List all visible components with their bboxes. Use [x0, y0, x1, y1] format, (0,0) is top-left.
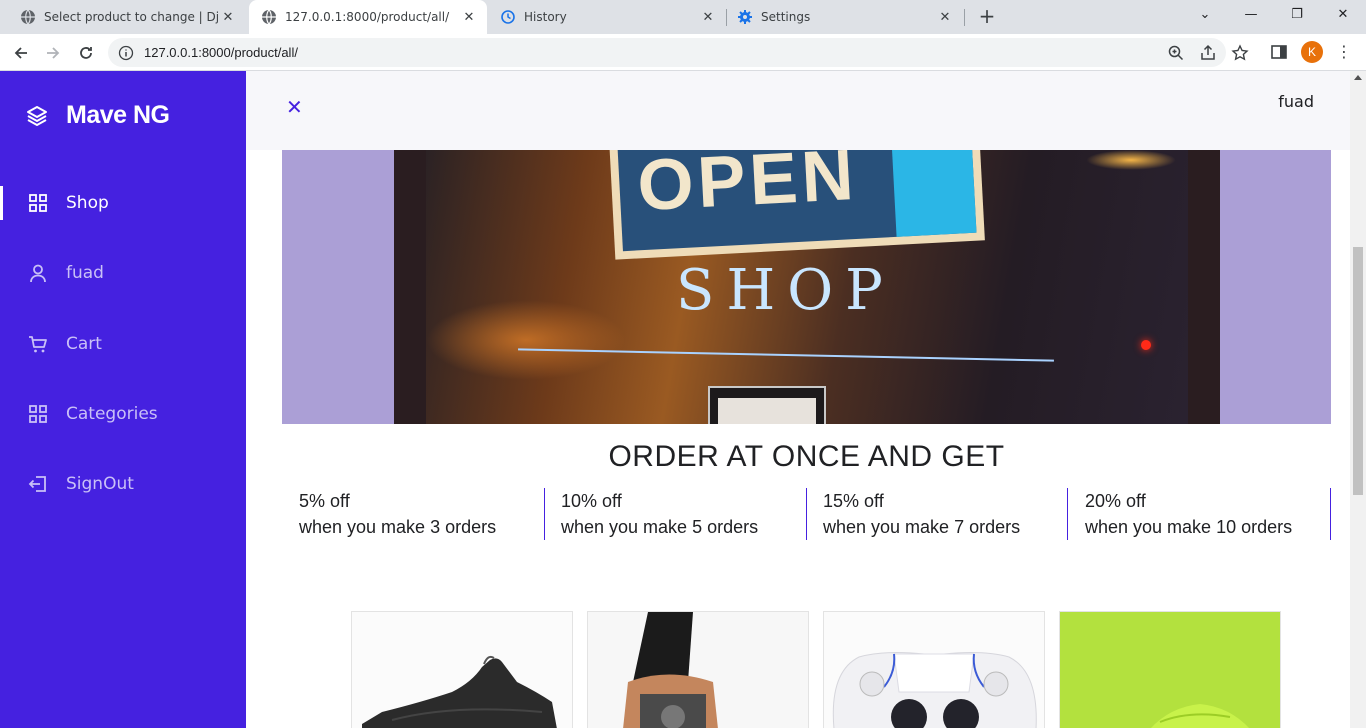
browser-tab-active[interactable]: 127.0.0.1:8000/product/all/ ✕ — [249, 0, 487, 34]
tab-search-chevron-icon[interactable]: ⌄ — [1182, 0, 1228, 30]
gear-icon — [738, 10, 752, 24]
tab-title: Select product to change | Django — [44, 10, 218, 24]
product-card[interactable] — [823, 611, 1045, 728]
layers-icon — [27, 105, 47, 126]
sidebar-item-label: Cart — [66, 334, 102, 354]
star-icon[interactable] — [1231, 44, 1249, 62]
side-panel-icon[interactable] — [1270, 43, 1288, 61]
top-bar: ✕ fuad — [246, 71, 1350, 150]
arrow-left-icon — [14, 47, 27, 59]
restore-button[interactable]: ❐ — [1274, 0, 1320, 30]
sidebar: Mave NG Shop fuad Cart Categories SignOu… — [0, 71, 246, 728]
product-card[interactable] — [351, 611, 573, 728]
offer-discount: 20% off — [1085, 491, 1146, 511]
sidebar-item-categories[interactable]: Categories — [0, 394, 246, 434]
browser-toolbar: 127.0.0.1:8000/product/all/ K ⋮ — [0, 34, 1366, 71]
offer-condition: when you make 5 orders — [561, 517, 759, 537]
product-image-controller — [824, 612, 1044, 728]
sidebar-item-label: fuad — [66, 263, 104, 283]
share-icon[interactable] — [1199, 44, 1217, 62]
tab-separator — [964, 9, 965, 26]
arrow-right-icon — [47, 47, 60, 59]
open-sign-text: OPEN — [635, 150, 860, 227]
open-sign: OPEN — [609, 150, 985, 260]
browser-tab[interactable]: Settings ✕ — [727, 0, 963, 34]
cart-icon — [28, 334, 48, 354]
address-bar[interactable]: 127.0.0.1:8000/product/all/ — [108, 38, 1249, 67]
offer-item: 20% off when you make 10 orders — [1068, 488, 1331, 540]
browser-tab[interactable]: History ✕ — [488, 0, 726, 34]
browser-tab-strip: Select product to change | Django ✕ 127.… — [0, 0, 1366, 34]
tab-title: 127.0.0.1:8000/product/all/ — [285, 10, 450, 24]
product-image-green-sneaker — [1060, 612, 1280, 728]
sidebar-item-cart[interactable]: Cart — [0, 324, 246, 364]
product-image-sneaker — [352, 612, 572, 728]
sidebar-item-label: Shop — [66, 193, 109, 213]
window-close-button[interactable]: ✕ — [1320, 0, 1366, 30]
username-label[interactable]: fuad — [1278, 92, 1314, 111]
shop-text: SHOP — [676, 258, 895, 323]
offer-discount: 5% off — [299, 491, 350, 511]
scroll-up-arrow-icon[interactable] — [1354, 75, 1362, 80]
info-icon[interactable] — [118, 45, 134, 61]
tab-close-icon[interactable]: ✕ — [459, 10, 479, 25]
reload-icon — [80, 47, 92, 59]
browser-tab[interactable]: Select product to change | Django ✕ — [0, 0, 246, 34]
offer-discount: 10% off — [561, 491, 622, 511]
tab-close-icon[interactable]: ✕ — [935, 10, 955, 25]
minimize-button[interactable]: — — [1228, 0, 1274, 30]
browser-menu-icon[interactable]: ⋮ — [1336, 43, 1352, 63]
signout-icon — [28, 474, 48, 494]
user-icon — [28, 263, 48, 283]
product-card[interactable] — [587, 611, 809, 728]
scroll-thumb[interactable] — [1353, 247, 1363, 495]
tab-close-icon[interactable]: ✕ — [698, 10, 718, 25]
back-button[interactable] — [9, 41, 33, 65]
sidebar-item-shop[interactable]: Shop — [0, 183, 246, 223]
new-tab-button[interactable]: + — [976, 5, 998, 27]
reload-button[interactable] — [74, 41, 98, 65]
hero-banner: OPEN SHOP — [282, 150, 1331, 424]
offers-row: 5% off when you make 3 orders 10% off wh… — [282, 488, 1331, 540]
product-image-watch — [588, 612, 808, 728]
sidebar-item-label: SignOut — [66, 474, 134, 494]
offer-item: 15% off when you make 7 orders — [806, 488, 1068, 540]
history-icon — [501, 10, 515, 24]
offer-discount: 15% off — [823, 491, 884, 511]
tab-title: Settings — [761, 10, 811, 24]
globe-icon — [21, 9, 35, 25]
product-grid — [351, 611, 1281, 728]
promo-title: ORDER AT ONCE AND GET — [608, 440, 1005, 473]
page-scrollbar[interactable] — [1350, 71, 1366, 728]
offer-condition: when you make 7 orders — [823, 517, 1021, 537]
offer-item: 5% off when you make 3 orders — [282, 488, 545, 540]
product-card[interactable] — [1059, 611, 1281, 728]
offer-item: 10% off when you make 5 orders — [544, 488, 807, 540]
tab-close-icon[interactable]: ✕ — [218, 10, 238, 25]
close-icon[interactable]: ✕ — [286, 95, 303, 119]
profile-avatar[interactable]: K — [1301, 41, 1323, 63]
sidebar-item-profile[interactable]: fuad — [0, 253, 246, 293]
brand-name: Mave NG — [66, 101, 170, 129]
sidebar-item-signout[interactable]: SignOut — [0, 464, 246, 504]
brand-logo[interactable]: Mave NG — [26, 101, 170, 130]
sidebar-item-label: Categories — [66, 404, 158, 424]
offer-condition: when you make 3 orders — [299, 517, 497, 537]
globe-icon — [262, 9, 276, 25]
offer-condition: when you make 10 orders — [1085, 517, 1293, 537]
zoom-icon[interactable] — [1167, 44, 1185, 62]
grid-icon — [28, 193, 48, 213]
url-text: 127.0.0.1:8000/product/all/ — [144, 45, 298, 60]
hero-image: OPEN SHOP — [394, 150, 1220, 424]
forward-button[interactable] — [41, 41, 65, 65]
tab-title: History — [524, 10, 567, 24]
categories-icon — [28, 404, 48, 424]
